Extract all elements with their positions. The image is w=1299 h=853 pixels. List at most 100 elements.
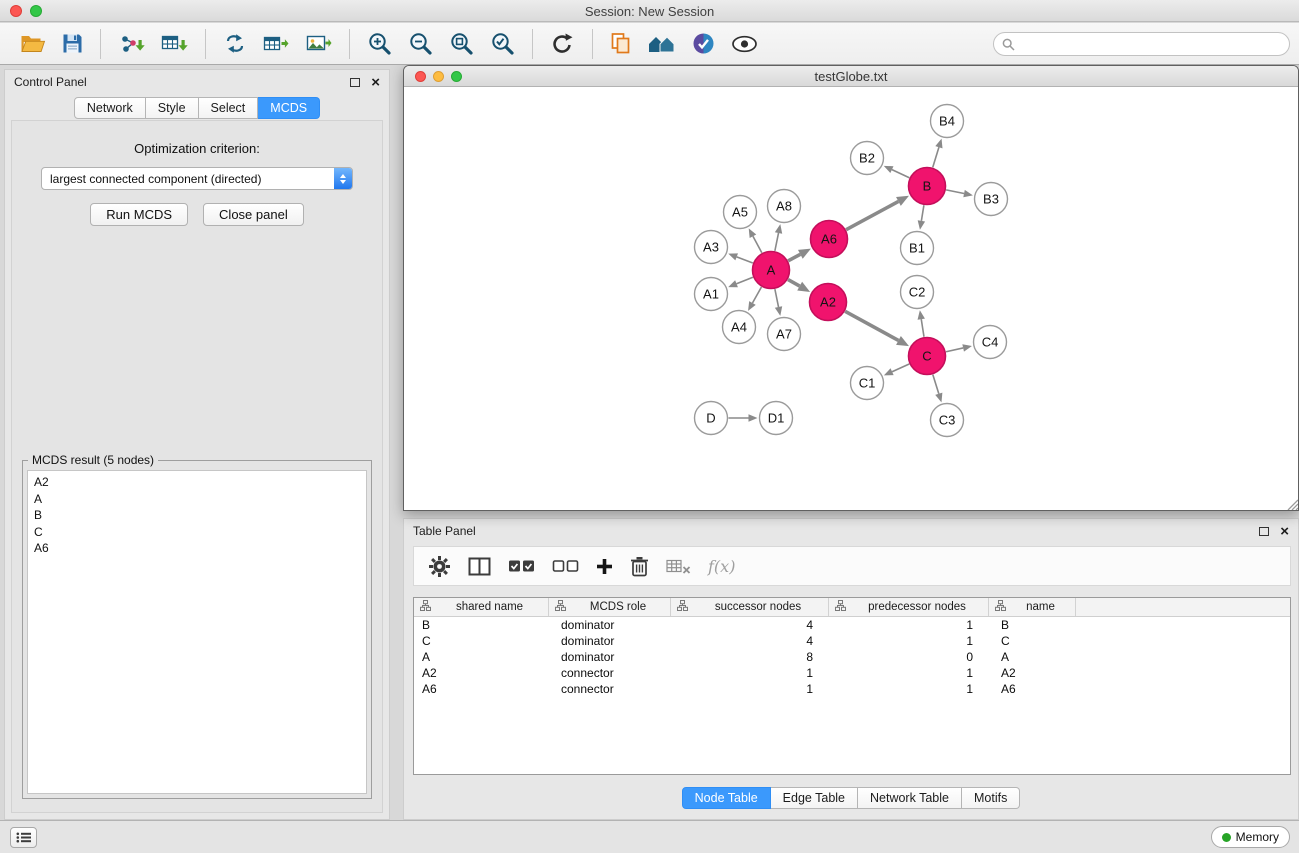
tab-node-table[interactable]: Node Table xyxy=(682,787,771,809)
close-table-panel-icon[interactable]: × xyxy=(1280,524,1289,539)
column-header-MCDS-role[interactable]: MCDS role xyxy=(549,598,671,616)
graph-edge-A-A3[interactable] xyxy=(728,253,753,263)
graph-node-B1[interactable]: B1 xyxy=(901,232,934,265)
graph-edge-C-C4[interactable] xyxy=(946,344,972,351)
zoom-selected-button[interactable] xyxy=(488,29,517,58)
table-row[interactable]: A6connector11A6 xyxy=(414,681,1290,697)
refresh-button[interactable] xyxy=(548,30,577,58)
table-settings-button[interactable] xyxy=(428,555,451,578)
graph-edge-A-A4[interactable] xyxy=(748,287,761,311)
graph-node-C[interactable]: C xyxy=(909,338,946,375)
export-network-button[interactable] xyxy=(221,30,249,57)
column-header-shared-name[interactable]: shared name xyxy=(414,598,549,616)
graph-node-C1[interactable]: C1 xyxy=(851,367,884,400)
graph-edge-C-C3[interactable] xyxy=(933,375,943,403)
tab-network-table[interactable]: Network Table xyxy=(858,787,962,809)
import-network-button[interactable] xyxy=(116,31,147,57)
graph-edge-A2-C[interactable] xyxy=(845,311,909,346)
graph-node-A[interactable]: A xyxy=(753,252,790,289)
table-row[interactable]: Bdominator41B xyxy=(414,617,1290,633)
duplicate-network-button[interactable] xyxy=(608,30,634,57)
float-panel-icon[interactable] xyxy=(350,78,360,87)
tab-network[interactable]: Network xyxy=(74,97,146,119)
graph-edge-B-B3[interactable] xyxy=(946,190,973,197)
graph-node-A4[interactable]: A4 xyxy=(723,311,756,344)
graph-node-A1[interactable]: A1 xyxy=(695,278,728,311)
clear-table-button[interactable] xyxy=(666,558,691,575)
graph-node-A2[interactable]: A2 xyxy=(810,284,847,321)
graph-edge-C-C1[interactable] xyxy=(884,364,909,375)
column-header-successor-nodes[interactable]: successor nodes xyxy=(671,598,829,616)
mcds-result-item[interactable]: C xyxy=(34,524,360,541)
export-image-button[interactable] xyxy=(304,31,334,57)
save-session-button[interactable] xyxy=(60,31,85,56)
search-input[interactable] xyxy=(1020,37,1281,51)
mcds-result-item[interactable]: B xyxy=(34,507,360,524)
graph-node-B3[interactable]: B3 xyxy=(975,183,1008,216)
table-row[interactable]: Cdominator41C xyxy=(414,633,1290,649)
deselect-all-button[interactable] xyxy=(552,559,579,573)
optimization-criterion-select[interactable]: largest connected component (directed) xyxy=(41,167,353,190)
toolbar-search[interactable] xyxy=(993,32,1290,56)
graph-edge-A-A7[interactable] xyxy=(775,289,782,316)
resize-grip-icon[interactable] xyxy=(1285,497,1298,510)
function-builder-button[interactable]: f(x) xyxy=(708,557,735,576)
tab-motifs[interactable]: Motifs xyxy=(962,787,1020,809)
mcds-result-list[interactable]: A2ABCA6 xyxy=(27,470,367,794)
zoom-in-button[interactable] xyxy=(365,29,394,58)
tab-edge-table[interactable]: Edge Table xyxy=(771,787,858,809)
delete-column-button[interactable] xyxy=(630,556,649,577)
graph-node-C2[interactable]: C2 xyxy=(901,276,934,309)
panel-list-button[interactable] xyxy=(10,827,37,848)
mcds-result-item[interactable]: A6 xyxy=(34,540,360,557)
graph-node-C4[interactable]: C4 xyxy=(974,326,1007,359)
tab-select[interactable]: Select xyxy=(199,97,259,119)
zoom-fit-button[interactable] xyxy=(447,29,476,58)
graph-node-C3[interactable]: C3 xyxy=(931,404,964,437)
graph-node-A5[interactable]: A5 xyxy=(724,196,757,229)
graph-node-D[interactable]: D xyxy=(695,402,728,435)
memory-button[interactable]: Memory xyxy=(1211,826,1290,848)
apply-style-button[interactable] xyxy=(690,30,717,57)
graph-edge-A6-B[interactable] xyxy=(846,196,909,230)
graph-node-B[interactable]: B xyxy=(909,168,946,205)
graph-edge-C-C2[interactable] xyxy=(918,310,925,336)
column-header-predecessor-nodes[interactable]: predecessor nodes xyxy=(829,598,989,616)
graph-node-A8[interactable]: A8 xyxy=(768,190,801,223)
graph-edge-B-B2[interactable] xyxy=(884,166,910,178)
graph-edge-B-B1[interactable] xyxy=(918,205,925,229)
graph-edge-A-A2[interactable] xyxy=(788,280,810,292)
mcds-result-item[interactable]: A xyxy=(34,491,360,508)
select-all-button[interactable] xyxy=(508,559,535,573)
graph-edge-D-D1[interactable] xyxy=(729,414,758,422)
export-table-button[interactable] xyxy=(261,31,292,57)
graph-edge-A-A1[interactable] xyxy=(728,277,753,287)
table-row[interactable]: A2connector11A2 xyxy=(414,665,1290,681)
table-row[interactable]: Adominator80A xyxy=(414,649,1290,665)
import-table-button[interactable] xyxy=(159,31,190,57)
show-columns-button[interactable] xyxy=(468,557,491,576)
tab-mcds[interactable]: MCDS xyxy=(258,97,320,119)
graph-node-A3[interactable]: A3 xyxy=(695,231,728,264)
mcds-result-item[interactable]: A2 xyxy=(34,474,360,491)
close-panel-button[interactable]: Close panel xyxy=(203,203,304,226)
run-mcds-button[interactable]: Run MCDS xyxy=(90,203,188,226)
network-canvas[interactable]: AA6A2BCA1A3A4A5A7A8B1B2B3B4C1C2C3C4DD1 xyxy=(404,87,1298,510)
toggle-visibility-button[interactable] xyxy=(729,33,760,55)
graph-node-A7[interactable]: A7 xyxy=(768,318,801,351)
zoom-out-button[interactable] xyxy=(406,29,435,58)
network-graph[interactable]: AA6A2BCA1A3A4A5A7A8B1B2B3B4C1C2C3C4DD1 xyxy=(404,87,1298,510)
graph-edge-A-A5[interactable] xyxy=(749,228,762,252)
graph-node-B4[interactable]: B4 xyxy=(931,105,964,138)
add-column-button[interactable] xyxy=(596,558,613,575)
home-button[interactable] xyxy=(646,32,678,56)
open-session-button[interactable] xyxy=(18,31,48,56)
graph-node-D1[interactable]: D1 xyxy=(760,402,793,435)
column-header-name[interactable]: name xyxy=(989,598,1076,616)
graph-edge-B-B4[interactable] xyxy=(933,139,943,168)
graph-edge-A-A8[interactable] xyxy=(775,224,782,251)
graph-edge-A-A6[interactable] xyxy=(788,249,811,261)
graph-node-A6[interactable]: A6 xyxy=(811,221,848,258)
close-control-panel-icon[interactable]: × xyxy=(371,75,380,90)
tab-style[interactable]: Style xyxy=(146,97,199,119)
